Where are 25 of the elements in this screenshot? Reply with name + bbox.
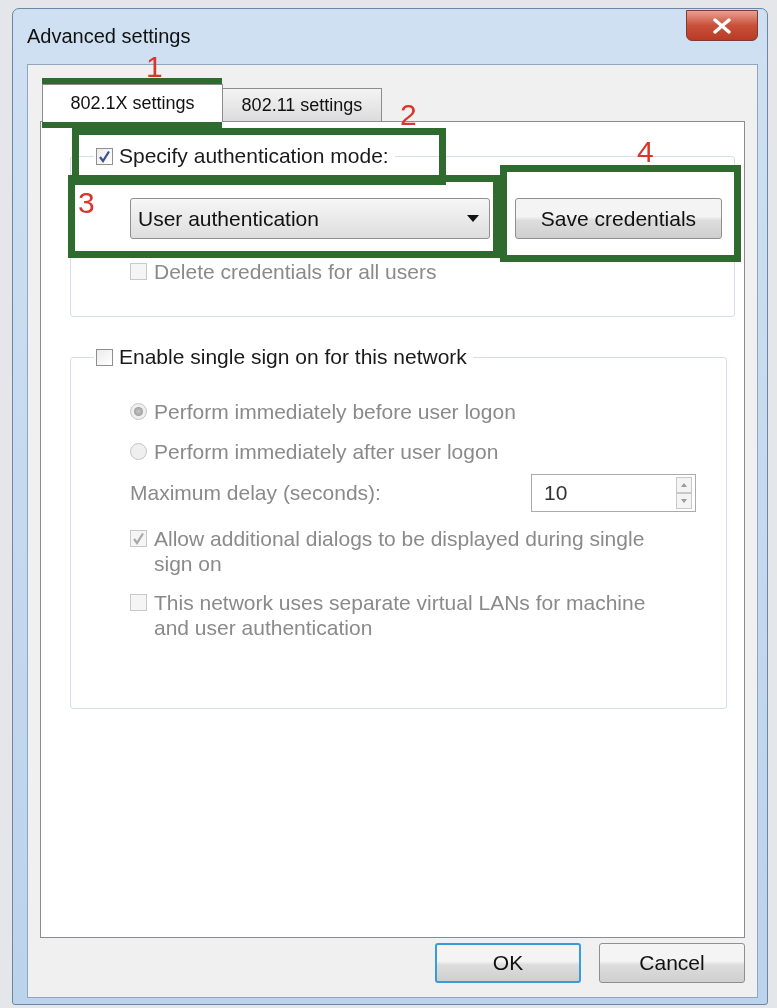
checkbox-label: Enable single sign on for this network xyxy=(119,345,467,369)
caret-icon xyxy=(467,215,479,222)
tab[interactable]: 802.11 settings xyxy=(222,88,382,121)
mode-dropdown[interactable]: User authentication xyxy=(130,198,490,239)
close-icon xyxy=(712,17,732,34)
radio-label: Perform immediately after user logon xyxy=(154,439,499,464)
annotation-number: 2 xyxy=(400,100,417,130)
radio-label: Perform immediately before user logon xyxy=(154,399,516,424)
checkbox-label: Allow additional dialogs to be displayed during single sign on xyxy=(154,526,646,576)
window-title: Advanced settings xyxy=(27,25,191,48)
tab[interactable]: 802.1X settings xyxy=(42,84,223,122)
annotation-number: 1 xyxy=(146,52,163,82)
checkbox-label: Delete credentials for all users xyxy=(154,259,437,284)
cancel-button[interactable]: Cancel xyxy=(599,943,745,983)
checkbox[interactable] xyxy=(96,147,113,165)
checkbox[interactable] xyxy=(96,348,113,366)
annotation-number: 4 xyxy=(637,137,654,167)
checkbox-label: This network uses separate virtual LANs for machine and user authentication xyxy=(154,590,647,640)
close-button[interactable] xyxy=(686,10,758,41)
checkbox-label: Specify authentication mode: xyxy=(119,144,389,168)
delay-label: Maximum delay (seconds): xyxy=(130,481,381,505)
annotation-number: 3 xyxy=(78,188,95,218)
ok-button[interactable]: OK xyxy=(435,943,581,983)
save-credentials-button[interactable]: Save credentials xyxy=(515,198,722,239)
spin-arrows-icon xyxy=(676,477,692,509)
